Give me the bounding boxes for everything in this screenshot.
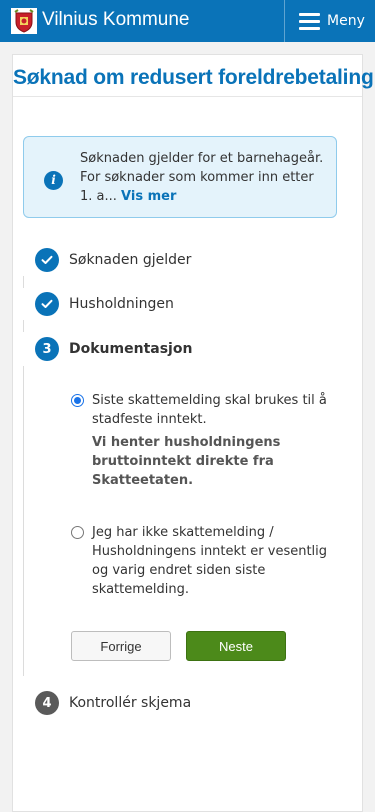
info-text: Søknaden gjelder for et barnehageår. For… [80, 149, 328, 206]
radio-button[interactable] [71, 526, 84, 539]
step-connector [23, 276, 24, 288]
check-icon [35, 248, 59, 272]
option-label[interactable]: Siste skattemelding skal brukes til å st… [92, 391, 342, 429]
menu-label: Meny [327, 13, 365, 29]
step-label: Kontrollér skjema [69, 695, 192, 711]
check-icon [35, 292, 59, 316]
step-number: 3 [35, 337, 59, 361]
info-box: i Søknaden gjelder for et barnehageår. F… [23, 136, 337, 218]
menu-button[interactable]: Meny [284, 0, 375, 42]
info-icon: i [44, 171, 63, 190]
step-connector [23, 320, 24, 332]
hamburger-icon [299, 12, 320, 30]
previous-button[interactable]: Forrige [71, 631, 171, 661]
next-button[interactable]: Neste [186, 631, 286, 661]
show-more-link[interactable]: Vis mer [121, 189, 176, 204]
step-connector [23, 366, 24, 676]
step-label: Husholdningen [69, 296, 174, 312]
step-label: Søknaden gjelder [69, 252, 192, 268]
site-brand[interactable]: Vilnius Kommune [42, 8, 190, 32]
step-3: 3 Dokumentasjon [35, 337, 192, 361]
coat-of-arms-logo[interactable] [11, 8, 37, 34]
step-2[interactable]: Husholdningen [35, 292, 174, 316]
step-label: Dokumentasjon [69, 341, 193, 357]
step-1[interactable]: Søknaden gjelder [35, 248, 191, 272]
top-bar: Vilnius Kommune Meny [0, 0, 375, 42]
radio-button[interactable] [71, 394, 84, 407]
option-label[interactable]: Jeg har ikke skattemelding / Husholdning… [92, 523, 342, 599]
info-message: Søknaden gjelder for et barnehageår. For… [80, 151, 324, 204]
title-divider [13, 96, 362, 97]
page-title: Søknad om redusert foreldrebetaling [13, 66, 374, 89]
step-number: 4 [35, 691, 59, 715]
option-note: Vi henter husholdningens bruttoinntekt d… [92, 435, 281, 488]
step-4: 4 Kontrollér skjema [35, 691, 191, 715]
